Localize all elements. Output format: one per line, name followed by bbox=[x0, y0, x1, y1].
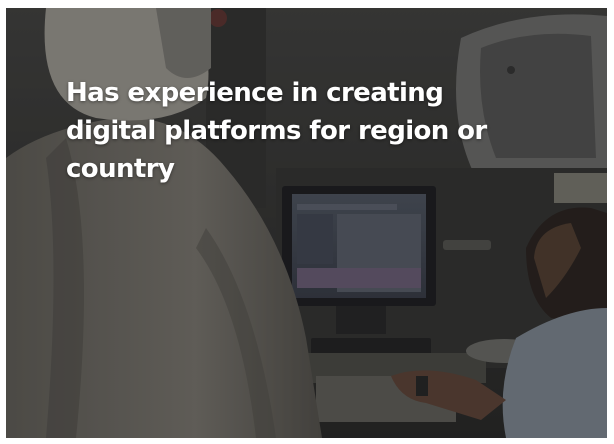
feature-caption: Has experience in creating digital platf… bbox=[66, 78, 487, 184]
feature-card: Has experience in creating digital platf… bbox=[0, 0, 614, 444]
background-photo: Has experience in creating digital platf… bbox=[6, 8, 607, 438]
clinic-scene-image bbox=[6, 8, 607, 438]
